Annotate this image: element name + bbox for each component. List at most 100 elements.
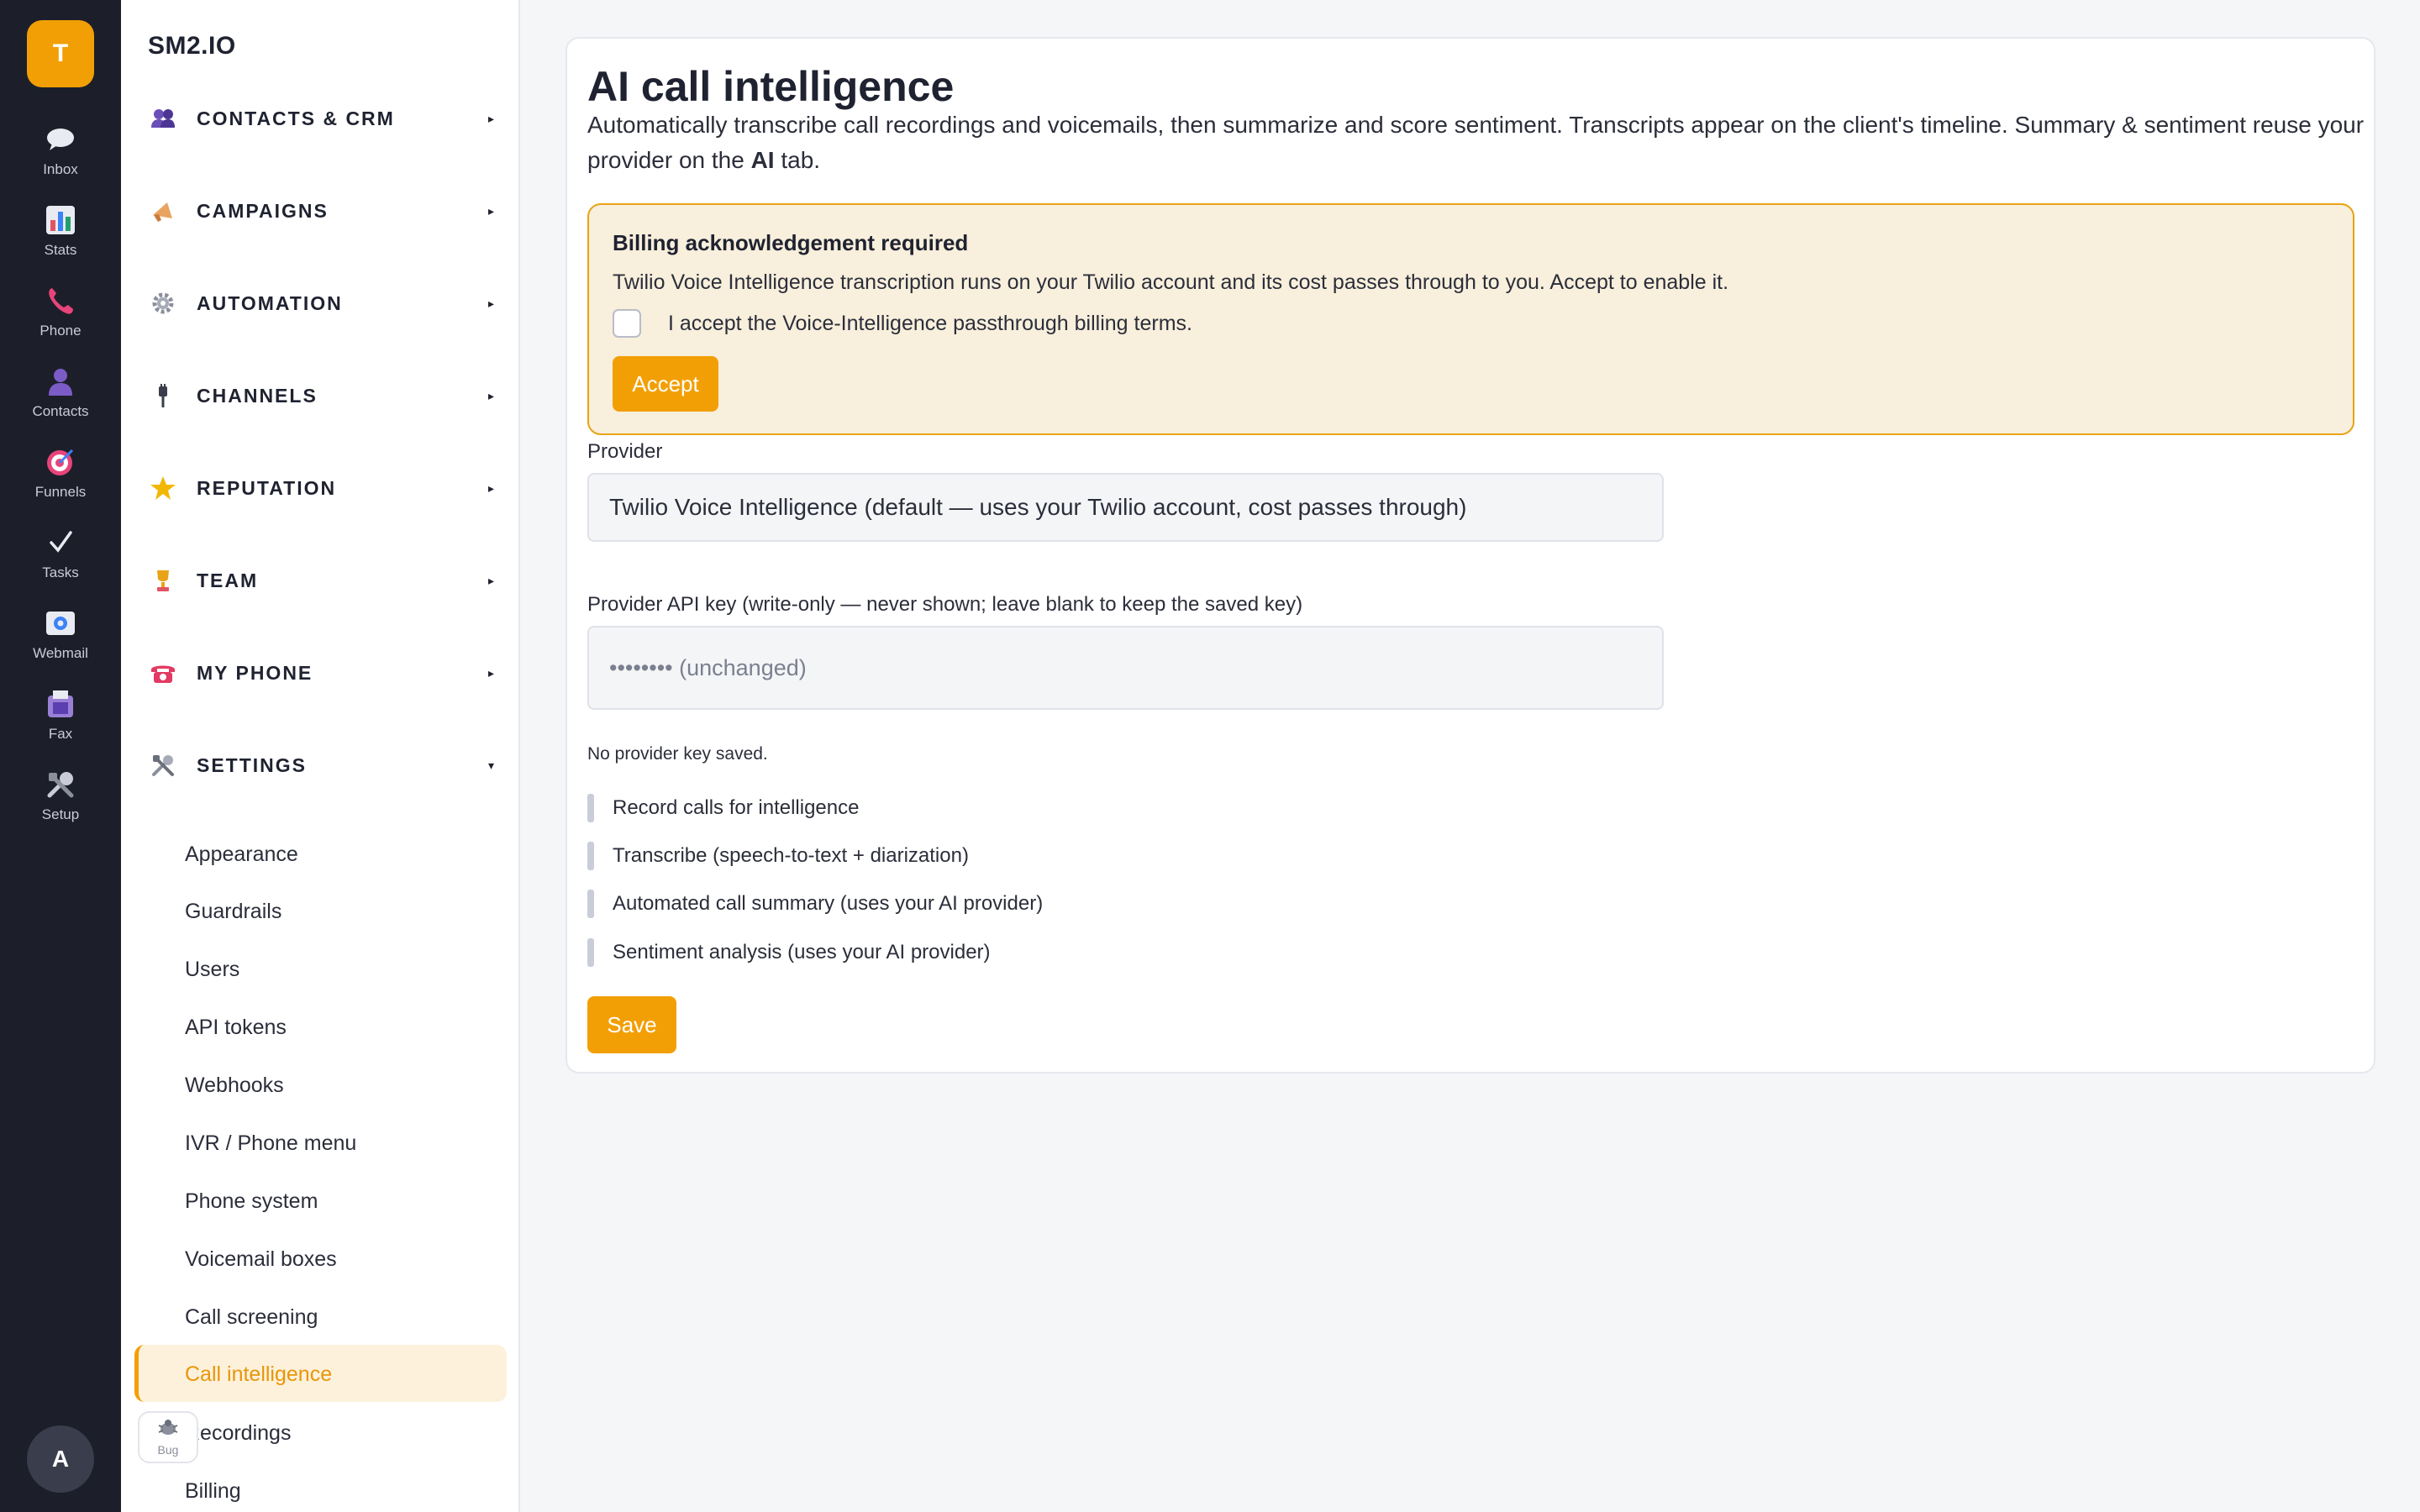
- toggle-sentiment[interactable]: Sentiment analysis (uses your AI provide…: [587, 938, 991, 967]
- rail-label: Stats: [44, 242, 77, 258]
- billing-terms-label[interactable]: I accept the Voice-Intelligence passthro…: [668, 312, 1192, 336]
- chevron-right-icon: ▸: [487, 203, 494, 218]
- plug-icon: [148, 381, 178, 411]
- sidebar-item-users[interactable]: Users: [185, 948, 504, 990]
- toggle-label: Record calls for intelligence: [613, 796, 860, 819]
- gear-icon: [148, 288, 178, 318]
- sidebar-group-label: CHANNELS: [197, 384, 318, 407]
- fax-icon: [44, 687, 77, 721]
- sidebar-group-team[interactable]: TEAM ▸: [148, 559, 501, 601]
- sidebar-item-ivr-phone-menu[interactable]: IVR / Phone menu: [185, 1122, 504, 1164]
- billing-terms-checkbox[interactable]: [613, 309, 641, 338]
- people-icon: [148, 103, 178, 134]
- sidebar-item-webhooks[interactable]: Webhooks: [185, 1064, 504, 1106]
- page-description: Automatically transcribe call recordings…: [587, 108, 2369, 178]
- sidebar-group-label: MY PHONE: [197, 661, 313, 684]
- sidebar-group-contacts-crm[interactable]: CONTACTS & CRM ▸: [148, 97, 501, 139]
- app-rail: T Inbox Stats Phone Contacts Funnels Tas…: [0, 0, 121, 1512]
- sidebar-item-voicemail-boxes[interactable]: Voicemail boxes: [185, 1238, 504, 1280]
- rail-item-funnels[interactable]: Funnels: [0, 445, 121, 512]
- chevron-right-icon: ▸: [487, 573, 494, 587]
- call-intelligence-card: AI call intelligence Automatically trans…: [566, 37, 2375, 1074]
- rail-label: Funnels: [34, 484, 87, 500]
- provider-select[interactable]: Twilio Voice Intelligence (default — use…: [587, 473, 1664, 542]
- tools-icon: [148, 750, 178, 780]
- rail-item-webmail[interactable]: Webmail: [0, 606, 121, 674]
- accept-button[interactable]: Accept: [613, 356, 718, 412]
- sidebar-group-label: CONTACTS & CRM: [197, 107, 395, 129]
- sidebar-item-api-tokens[interactable]: API tokens: [185, 1006, 504, 1048]
- rail-label: Contacts: [32, 403, 89, 419]
- rail-label: Fax: [48, 726, 73, 742]
- toggle-switch[interactable]: [587, 842, 594, 870]
- rail-label: Tasks: [42, 564, 79, 580]
- sidebar-item-call-screening[interactable]: Call screening: [185, 1296, 504, 1338]
- toggle-switch[interactable]: [587, 938, 594, 967]
- rail-item-phone[interactable]: Phone: [0, 284, 121, 351]
- rail-item-inbox[interactable]: Inbox: [0, 123, 121, 190]
- person-icon: [44, 365, 77, 398]
- rail-label: Setup: [41, 806, 80, 822]
- toggle-switch[interactable]: [587, 794, 594, 822]
- toggle-switch[interactable]: [587, 890, 594, 918]
- sidebar-group-campaigns[interactable]: CAMPAIGNS ▸: [148, 190, 501, 232]
- rail-item-tasks[interactable]: Tasks: [0, 526, 121, 593]
- chat-bubble-icon: [44, 123, 77, 156]
- rail-label: Webmail: [33, 645, 88, 661]
- toggle-label: Transcribe (speech-to-text + diarization…: [613, 844, 969, 867]
- bug-label: Bug: [157, 1442, 179, 1457]
- sidebar-group-label: REPUTATION: [197, 476, 337, 499]
- phone-icon: [44, 284, 77, 318]
- sidebar-group-channels[interactable]: CHANNELS ▸: [148, 375, 501, 417]
- sidebar: SM2.IO CONTACTS & CRM ▸ CAMPAIGNS ▸ AUTO…: [121, 0, 520, 1512]
- toggle-transcribe[interactable]: Transcribe (speech-to-text + diarization…: [587, 842, 969, 870]
- bug-report-button[interactable]: Bug: [138, 1411, 198, 1463]
- rail-label: Inbox: [43, 161, 78, 177]
- megaphone-icon: [148, 196, 178, 226]
- brand-name: SM2.IO: [148, 32, 236, 60]
- bar-chart-icon: [44, 203, 77, 237]
- billing-acknowledgement-panel: Billing acknowledgement required Twilio …: [587, 203, 2354, 435]
- rail-item-fax[interactable]: Fax: [0, 687, 121, 754]
- toggle-record-calls[interactable]: Record calls for intelligence: [587, 794, 859, 822]
- description-text-end: tab.: [774, 147, 821, 173]
- billing-terms-row[interactable]: I accept the Voice-Intelligence passthro…: [613, 309, 1192, 338]
- trophy-icon: [148, 565, 178, 596]
- chevron-right-icon: ▸: [487, 111, 494, 125]
- billing-title: Billing acknowledgement required: [613, 230, 969, 255]
- sidebar-item-recordings[interactable]: Recordings: [185, 1412, 504, 1454]
- toggle-call-summary[interactable]: Automated call summary (uses your AI pro…: [587, 890, 1043, 918]
- sidebar-group-label: SETTINGS: [197, 753, 308, 776]
- chevron-right-icon: ▸: [487, 665, 494, 680]
- target-icon: [44, 445, 77, 479]
- sidebar-item-call-intelligence[interactable]: Call intelligence: [185, 1353, 504, 1395]
- no-key-note: No provider key saved.: [587, 744, 768, 764]
- sidebar-item-appearance[interactable]: Appearance: [185, 833, 504, 875]
- provider-label: Provider: [587, 440, 663, 463]
- sidebar-group-reputation[interactable]: REPUTATION ▸: [148, 467, 501, 509]
- checkmark-icon: [44, 526, 77, 559]
- description-text: Automatically transcribe call recordings…: [587, 112, 2365, 173]
- user-avatar[interactable]: A: [27, 1425, 94, 1493]
- sidebar-item-guardrails[interactable]: Guardrails: [185, 890, 504, 932]
- toggle-label: Sentiment analysis (uses your AI provide…: [613, 941, 991, 963]
- toggle-label: Automated call summary (uses your AI pro…: [613, 892, 1044, 915]
- sidebar-item-billing[interactable]: Billing: [185, 1470, 504, 1512]
- sidebar-group-settings[interactable]: SETTINGS ▾: [148, 744, 501, 786]
- api-key-input[interactable]: •••••••• (unchanged): [587, 626, 1664, 710]
- chevron-right-icon: ▸: [487, 388, 494, 402]
- rail-item-setup[interactable]: Setup: [0, 768, 121, 835]
- telephone-icon: [148, 658, 178, 688]
- save-button[interactable]: Save: [587, 996, 676, 1053]
- sidebar-group-automation[interactable]: AUTOMATION ▸: [148, 282, 501, 324]
- sidebar-group-label: CAMPAIGNS: [197, 199, 329, 222]
- tools-icon: [44, 768, 77, 801]
- billing-text: Twilio Voice Intelligence transcription …: [613, 270, 1729, 294]
- rail-item-stats[interactable]: Stats: [0, 203, 121, 270]
- sidebar-group-my-phone[interactable]: MY PHONE ▸: [148, 652, 501, 694]
- ai-tab-reference: AI: [750, 147, 775, 173]
- sidebar-item-phone-system[interactable]: Phone system: [185, 1180, 504, 1222]
- rail-item-contacts[interactable]: Contacts: [0, 365, 121, 432]
- mail-icon: [44, 606, 77, 640]
- workspace-logo[interactable]: T: [27, 20, 94, 87]
